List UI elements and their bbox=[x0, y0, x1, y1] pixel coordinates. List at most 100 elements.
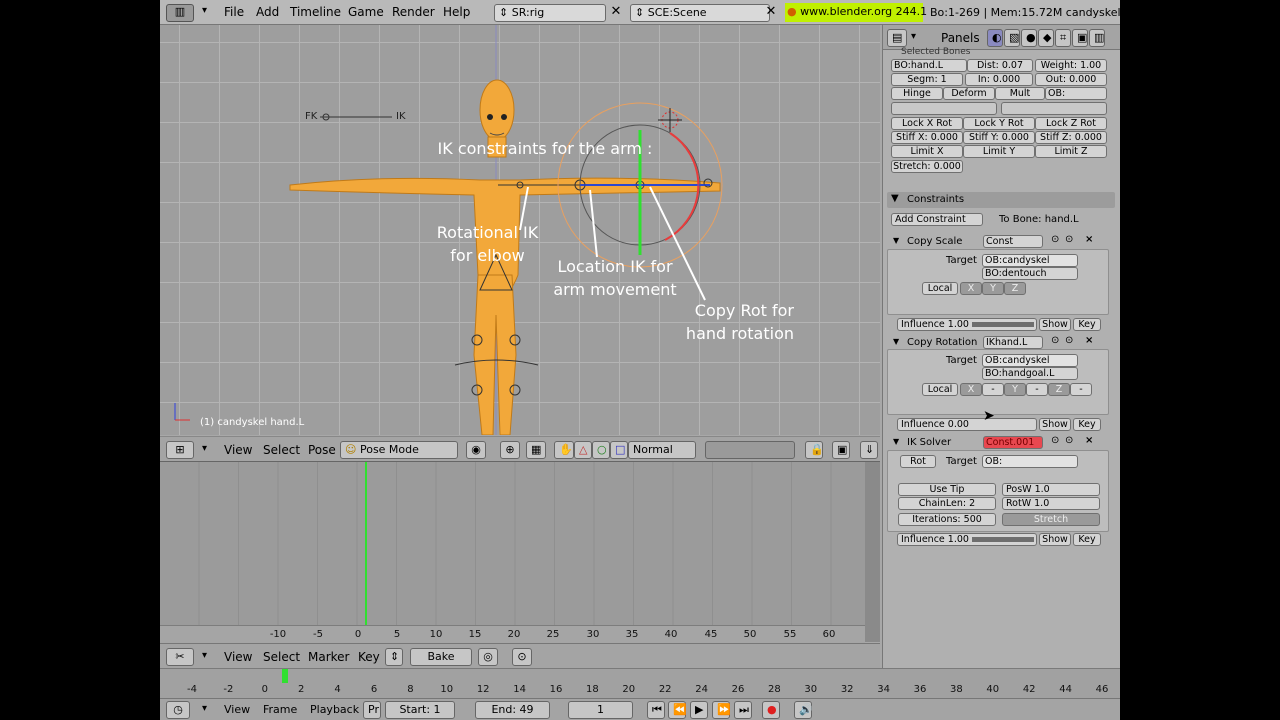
copy-rotation-influence[interactable]: Influence 0.00 bbox=[897, 418, 1037, 431]
prev-key-icon[interactable]: ⏪ bbox=[668, 701, 687, 719]
move-down-icon[interactable]: ⊙ bbox=[1065, 435, 1073, 446]
copy-rotation-local[interactable]: Local bbox=[922, 383, 958, 396]
shading-icon[interactable]: ● bbox=[1021, 29, 1037, 47]
chevron-down-icon[interactable]: ▾ bbox=[202, 5, 207, 16]
layers-icon[interactable]: ▦ bbox=[526, 441, 546, 459]
copy-rotation-invert-y[interactable]: - bbox=[1026, 383, 1048, 396]
draw-type-icon[interactable]: ◉ bbox=[466, 441, 486, 459]
ik-solver-show[interactable]: Show bbox=[1039, 533, 1071, 546]
copy-scale-target-bo[interactable]: BO:dentouch bbox=[982, 267, 1078, 280]
bone-layer-buttons-a[interactable] bbox=[891, 102, 997, 115]
bone-layer-buttons-b[interactable] bbox=[1001, 102, 1107, 115]
ik-solver-influence[interactable]: Influence 1.00 bbox=[897, 533, 1037, 546]
copy-scale-local[interactable]: Local bbox=[922, 282, 958, 295]
constraints-panel-header[interactable]: ▼ Constraints bbox=[887, 192, 1115, 208]
out-field[interactable]: Out: 0.000 bbox=[1035, 73, 1107, 86]
editor-menu-view[interactable]: View bbox=[224, 650, 252, 664]
ik-solver-key[interactable]: Key bbox=[1073, 533, 1101, 546]
hinge-toggle[interactable]: Hinge bbox=[891, 87, 943, 100]
scene-selector[interactable]: ⇕ SCE:Scene bbox=[630, 4, 770, 22]
dist-field[interactable]: Dist: 0.07 bbox=[967, 59, 1033, 72]
render-icon[interactable]: ▣ bbox=[832, 441, 850, 459]
move-up-icon[interactable]: ⊙ bbox=[1051, 234, 1059, 245]
key-type-icon[interactable]: ⇕ bbox=[385, 648, 403, 666]
stretch-field[interactable]: Stretch: 0.000 bbox=[891, 160, 963, 173]
menu-render[interactable]: Render bbox=[392, 5, 435, 19]
copy-rotation-invert-z[interactable]: - bbox=[1070, 383, 1092, 396]
lock-x-rot[interactable]: Lock X Rot bbox=[891, 117, 963, 130]
stiff-x-field[interactable]: Stiff X: 0.000 bbox=[891, 131, 963, 144]
ik-solver-const-field[interactable]: Const.001 bbox=[983, 436, 1043, 449]
copy-scale-z[interactable]: Z bbox=[1004, 282, 1026, 295]
timeline-menu-view[interactable]: View bbox=[224, 703, 250, 716]
lock-y-rot[interactable]: Lock Y Rot bbox=[963, 117, 1035, 130]
chainlen-field[interactable]: ChainLen: 2 bbox=[898, 497, 996, 510]
iterations-field[interactable]: Iterations: 500 bbox=[898, 513, 996, 526]
scale-icon[interactable]: □ bbox=[610, 441, 628, 459]
bottom-timeline[interactable]: -4 -2 0 2 4 6 8 10 12 14 16 18 20 22 24 26 28 30 32 34 36 38 4… bbox=[160, 668, 1120, 698]
close-icon[interactable]: × bbox=[1085, 335, 1093, 346]
move-up-icon[interactable]: ⊙ bbox=[1051, 335, 1059, 346]
bone-name-field[interactable]: BO:hand.L bbox=[891, 59, 967, 72]
copy-rotation-target-ob[interactable]: OB:candyskel bbox=[982, 354, 1078, 367]
pivot-icon[interactable]: ⊕ bbox=[500, 441, 520, 459]
viewport-menu-pose[interactable]: Pose bbox=[308, 443, 336, 457]
limit-x[interactable]: Limit X bbox=[891, 145, 963, 158]
buttons-window[interactable]: ▤ ▾ Panels ◐ ▧ ● ◆ ⌗ ▣ ▥ Selected Bones … bbox=[882, 25, 1120, 668]
ik-stretch-field[interactable]: Stretch bbox=[1002, 513, 1100, 526]
render-icon[interactable]: ▥ bbox=[1089, 29, 1105, 47]
lock-z-rot[interactable]: Lock Z Rot bbox=[1035, 117, 1107, 130]
chevron-down-icon[interactable]: ▾ bbox=[202, 703, 207, 714]
lock-view-icon[interactable]: ◎ bbox=[478, 648, 498, 666]
limit-y[interactable]: Limit Y bbox=[963, 145, 1035, 158]
record-icon[interactable]: ● bbox=[762, 701, 780, 719]
translate-icon[interactable]: △ bbox=[574, 441, 592, 459]
preview-range-toggle[interactable]: Pr bbox=[363, 701, 381, 719]
stiff-z-field[interactable]: Stiff Z: 0.000 bbox=[1035, 131, 1107, 144]
jump-end-icon[interactable]: ⏭ bbox=[734, 701, 752, 719]
editor-type-icon[interactable]: ◷ bbox=[166, 701, 190, 719]
bake-button[interactable]: Bake bbox=[410, 648, 472, 666]
paste-icon[interactable]: ⇓ bbox=[860, 441, 878, 459]
close-scene-icon[interactable]: ✕ bbox=[763, 4, 779, 22]
play-icon[interactable]: ▶ bbox=[690, 701, 708, 719]
3d-viewport[interactable]: FK IK IK constraints for the arm : Rotat… bbox=[160, 25, 880, 435]
timeline-menu-playback[interactable]: Playback bbox=[310, 703, 359, 716]
menu-add[interactable]: Add bbox=[256, 5, 279, 19]
blender-url[interactable]: ● www.blender.org 244.1 bbox=[785, 3, 927, 22]
menu-game[interactable]: Game bbox=[348, 5, 384, 19]
copy-scale-show[interactable]: Show bbox=[1039, 318, 1071, 331]
script-icon[interactable]: ▧ bbox=[1004, 29, 1020, 47]
ob-field[interactable]: OB: bbox=[1045, 87, 1107, 100]
audio-icon[interactable]: 🔊 bbox=[794, 701, 813, 719]
ik-rot-toggle[interactable]: Rot bbox=[900, 455, 936, 468]
copy-scale-target-ob[interactable]: OB:candyskel bbox=[982, 254, 1078, 267]
weight-field[interactable]: Weight: 1.00 bbox=[1035, 59, 1107, 72]
mult-toggle[interactable]: Mult bbox=[995, 87, 1045, 100]
chevron-down-icon[interactable]: ▾ bbox=[202, 650, 207, 661]
next-key-icon[interactable]: ⏩ bbox=[712, 701, 731, 719]
copy-rotation-y[interactable]: Y bbox=[1004, 383, 1026, 396]
editor-menu-key[interactable]: Key bbox=[358, 650, 380, 664]
menu-timeline[interactable]: Timeline bbox=[290, 5, 341, 19]
close-icon[interactable]: × bbox=[1085, 234, 1093, 245]
editor-type-icon[interactable]: ⊞ bbox=[166, 441, 194, 459]
limit-z[interactable]: Limit Z bbox=[1035, 145, 1107, 158]
segm-field[interactable]: Segm: 1 bbox=[891, 73, 963, 86]
lock-icon[interactable]: 🔒 bbox=[805, 441, 824, 459]
menu-file[interactable]: File bbox=[224, 5, 244, 19]
action-editor[interactable] bbox=[160, 462, 880, 642]
copy-rotation-show[interactable]: Show bbox=[1039, 418, 1071, 431]
mode-selector[interactable]: ☺ Pose Mode bbox=[340, 441, 458, 459]
rotw-slider[interactable]: RotW 1.0 bbox=[1002, 497, 1100, 510]
menu-help[interactable]: Help bbox=[443, 5, 470, 19]
copy-scale-key[interactable]: Key bbox=[1073, 318, 1101, 331]
editor-type-icon[interactable]: ✂ bbox=[166, 648, 194, 666]
copy-rotation-x[interactable]: X bbox=[960, 383, 982, 396]
copy-rotation-invert-x[interactable]: - bbox=[982, 383, 1004, 396]
editor-type-icon[interactable]: ▤ bbox=[887, 29, 907, 47]
screen-selector[interactable]: ⇕ SR:rig bbox=[494, 4, 606, 22]
copy-scale-x[interactable]: X bbox=[960, 282, 982, 295]
timeline-menu-frame[interactable]: Frame bbox=[263, 703, 297, 716]
add-constraint-button[interactable]: Add Constraint bbox=[891, 213, 983, 226]
